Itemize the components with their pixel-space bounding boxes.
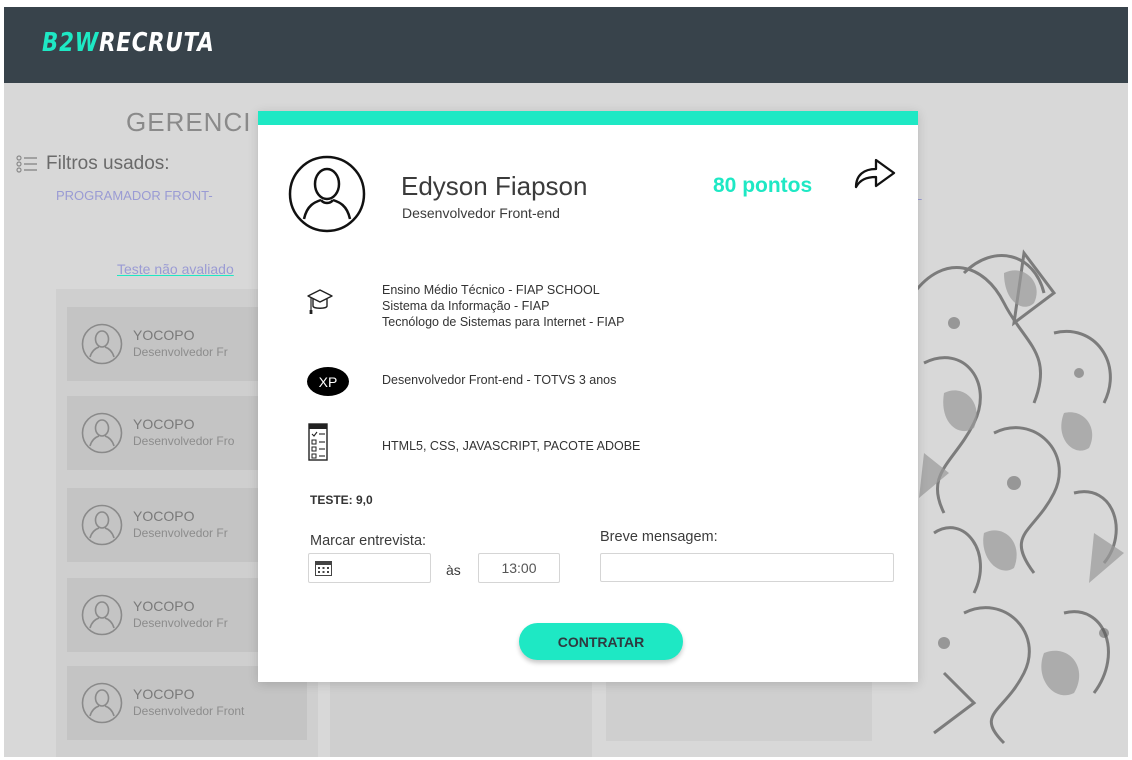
message-label: Breve mensagem: [600,529,718,545]
candidate-name: YOCOPO [133,416,195,432]
candidate-name: YOCOPO [133,327,195,343]
candidate-points: 80 pontos [713,174,813,197]
candidate-role: Desenvolvedor Fr [133,526,228,540]
candidate-name: YOCOPO [133,508,195,524]
checklist-icon [308,423,328,461]
modal-accent-bar [258,111,918,125]
user-avatar-icon [81,594,123,636]
app-frame: B2WRECRUTA GERENCI Filtros usados: PROGR… [4,7,1128,757]
candidate-name: YOCOPO [133,686,195,702]
message-input[interactable] [600,553,894,582]
user-avatar-icon [81,323,123,365]
list-filter-icon [16,155,37,173]
education-list: Ensino Médio Técnico - FIAP SCHOOL Siste… [382,282,625,330]
candidate-modal: Edyson Fiapson Desenvolvedor Front-end 8… [258,111,918,682]
experience-text: Desenvolvedor Front-end - TOTVS 3 anos [382,373,617,387]
candidate-name: YOCOPO [133,598,195,614]
filters-label: Filtros usados: [46,153,170,174]
skills-text: HTML5, CSS, JAVASCRIPT, PACOTE ADOBE [382,439,641,453]
logo-b2w: B2W [42,28,100,58]
tab-untested[interactable]: Teste não avaliado [117,261,234,277]
share-arrow-icon[interactable] [852,155,900,191]
app-logo[interactable]: B2WRECRUTA [42,28,215,58]
xp-badge: XP [307,367,349,396]
user-avatar-icon [81,682,123,724]
at-label: às [446,562,461,578]
candidate-role: Desenvolvedor Fr [133,345,228,359]
user-avatar-icon [288,155,366,233]
candidate-job-role: Desenvolvedor Front-end [402,205,560,221]
candidate-role: Desenvolvedor Fro [133,434,235,448]
interview-label: Marcar entrevista: [310,533,427,549]
filter-tag[interactable]: PROGRAMADOR FRONT- [56,188,213,203]
hire-button[interactable]: CONTRATAR [519,623,683,660]
graduation-cap-icon [307,289,333,314]
candidate-role: Desenvolvedor Fr [133,616,228,630]
test-score: TESTE: 9,0 [310,493,373,507]
user-avatar-icon [81,412,123,454]
logo-recruta: RECRUTA [99,28,215,58]
page-title: GERENCI [126,107,252,137]
education-item: Tecnólogo de Sistemas para Internet - FI… [382,315,625,329]
candidate-role: Desenvolvedor Front [133,704,245,718]
candidate-full-name: Edyson Fiapson [401,171,588,201]
decorative-illustration [912,249,1124,745]
education-item: Ensino Médio Técnico - FIAP SCHOOL [382,283,600,297]
education-item: Sistema da Informação - FIAP [382,299,550,313]
top-bar: B2WRECRUTA [4,7,1128,83]
filters-row: Filtros usados: [16,153,170,175]
calendar-icon[interactable] [315,561,332,576]
user-avatar-icon [81,504,123,546]
interview-time-field[interactable]: 13:00 [478,553,560,583]
interview-date-field[interactable] [308,553,431,583]
